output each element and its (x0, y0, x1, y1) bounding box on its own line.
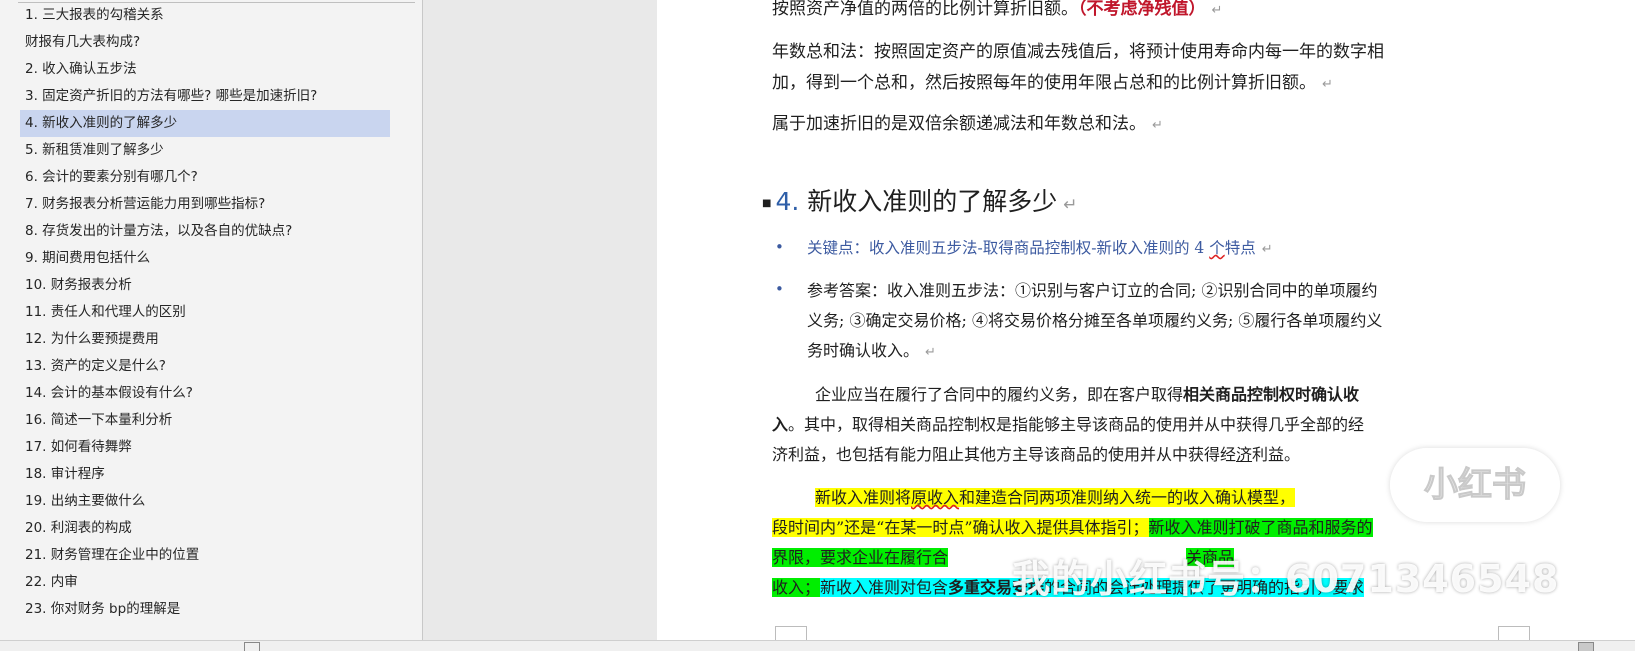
heading-number: 4. (775, 187, 800, 216)
nav-heading-item[interactable]: 1. 三大报表的勾稽关系 (20, 2, 390, 29)
watermark-logo: 小红书 (1390, 448, 1560, 522)
workspace-margin (423, 0, 657, 640)
nav-heading-item[interactable]: 18. 审计程序 (20, 461, 390, 488)
paragraph-double-declining: 按照资产净值的两倍的比例计算折旧额。（不考虑净残值） ↵ (772, 0, 1222, 19)
nav-heading-item[interactable]: 14. 会计的基本假设有什么? (20, 380, 390, 407)
paragraph-text: 利益。 (1252, 445, 1301, 464)
bold-text: 入 (772, 415, 789, 434)
paragraph-accelerated: 属于加速折旧的是双倍余额递减法和年数总和法。 ↵ (772, 109, 1163, 134)
highlighted-text: 新收入准则将 (815, 488, 912, 507)
nav-heading-item[interactable]: 22. 内审 (20, 569, 390, 596)
nav-heading-item[interactable]: 11. 责任人和代理人的区别 (20, 299, 390, 326)
paragraph-text: 企业应当在履行了合同中的履约义务，即在客户取得 (815, 385, 1184, 404)
paragraph-sum-of-years-line2: 加，得到一个总和，然后按照每年的使用年限占总和的比例计算折旧额。 ↵ (772, 68, 1333, 93)
spell-check-word[interactable]: 原收入 (911, 488, 960, 507)
highlighted-text: 和建造合同两项准则纳入统一的收入确认模型， (959, 488, 1296, 507)
paragraph-sum-of-years-line1: 年数总和法：按照固定资产的原值减去残值后，将预计使用寿命内每一年的数字相 (772, 37, 1384, 62)
red-note: （不考虑净残值） (1078, 0, 1206, 19)
underlined-text: 济 (1236, 445, 1253, 464)
paragraph-mark: ↵ (1063, 195, 1078, 215)
paragraph-mark: ↵ (1261, 242, 1273, 257)
highlighted-text: 新收入准则打破了商品和服务的 (1148, 518, 1373, 537)
answer-text: 参考答案：收入准则五步法：①识别与客户订立的合同; ②识别合同中的单项履约 (807, 281, 1378, 300)
nav-heading-item[interactable]: 8. 存货发出的计量方法，以及各自的优缺点? (20, 218, 390, 245)
highlighted-text: 段时间内”还是“在某一时点”确认收入提供具体指引； (772, 518, 1149, 537)
answer-bullet-line3: 务时确认收入。 ↵ (807, 337, 936, 361)
nav-heading-item[interactable]: 7. 财务报表分析营运能力用到哪些指标? (20, 191, 390, 218)
nav-heading-item[interactable]: 17. 如何看待舞弊 (20, 434, 390, 461)
highlighted-text: 收入； (772, 578, 821, 597)
page-corner-right (1498, 626, 1530, 641)
nav-heading-item[interactable]: 23. 你对财务 bp的理解是 (20, 596, 390, 623)
keypoint-bullet: 关键点：收入准则五步法-取得商品控制权-新收入准则的 4 个特点 ↵ (807, 236, 1273, 258)
nav-heading-item[interactable]: 19. 出纳主要做什么 (20, 488, 390, 515)
highlighted-text: 新收入准则对包含 (820, 578, 949, 597)
nav-heading-item[interactable]: 12. 为什么要预提费用 (20, 326, 390, 353)
paragraph-text: 。其中，取得相关商品控制权是指能够主导该商品的使用并从中获得几乎全部的经 (788, 415, 1365, 434)
paragraph-text: 年数总和法：按照固定资产的原值减去残值后，将预计使用寿命内每一年的数字相 (772, 42, 1384, 62)
control-paragraph-line3: 济利益，也包括有能力阻止其他方主导该商品的使用并从中获得经济利益。 (772, 441, 1300, 465)
nav-heading-item[interactable]: 4. 新收入准则的了解多少 (20, 110, 390, 137)
paragraph-mark: ↵ (1211, 3, 1223, 18)
watermark-text: 我的小红书号：6071346548 (1012, 557, 1560, 601)
nav-heading-item[interactable]: 6. 会计的要素分别有哪几个? (20, 164, 390, 191)
answer-text: 务时确认收入。 (807, 341, 920, 360)
paragraph-mark: ↵ (925, 345, 936, 360)
page-corner-left (775, 626, 807, 641)
paragraph-mark: ↵ (1152, 118, 1163, 133)
status-bar (0, 640, 1635, 651)
navigation-pane: 1. 三大报表的勾稽关系 财报有几大表构成? 2. 收入确认五步法 3. 固定资产折旧… (0, 0, 423, 640)
section-heading: ■ 4. 新收入准则的了解多少 ↵ (762, 182, 1078, 218)
bullet-icon: • (775, 280, 784, 298)
bold-text: 相关商品控制权时确认收 (1183, 385, 1360, 404)
nav-heading-item[interactable]: 10. 财务报表分析 (20, 272, 390, 299)
spell-check-word[interactable]: 个 (1209, 239, 1225, 257)
nav-heading-item[interactable]: 财报有几大表构成? (20, 29, 390, 56)
highlight-paragraph-line1: 新收入准则将原收入和建造合同两项准则纳入统一的收入确认模型， (815, 484, 1296, 508)
control-paragraph-line1: 企业应当在履行了合同中的履约义务，即在客户取得相关商品控制权时确认收 (815, 381, 1359, 405)
answer-bullet-line1: 参考答案：收入准则五步法：①识别与客户订立的合同; ②识别合同中的单项履约 (807, 277, 1377, 301)
paragraph-text: 属于加速折旧的是双倍余额递减法和年数总和法。 (772, 114, 1146, 134)
nav-heading-item[interactable]: 13. 资产的定义是什么? (20, 353, 390, 380)
nav-heading-item[interactable]: 20. 利润表的构成 (20, 515, 390, 542)
keypoint-text-end: 特点 (1224, 239, 1256, 257)
collapse-dot-icon[interactable]: ■ (762, 198, 771, 209)
nav-heading-item[interactable]: 16. 简述一下本量利分析 (20, 407, 390, 434)
document-page[interactable]: 按照资产净值的两倍的比例计算折旧额。（不考虑净残值） ↵ 年数总和法：按照固定资产… (657, 0, 1635, 641)
highlighted-text: 界限，要求企业在履行合 (772, 548, 949, 567)
nav-heading-item[interactable]: 5. 新租赁准则了解多少 (20, 137, 390, 164)
paragraph-text: 按照资产净值的两倍的比例计算折旧额。 (772, 0, 1078, 19)
control-paragraph-line2: 入。其中，取得相关商品控制权是指能够主导该商品的使用并从中获得几乎全部的经 (772, 411, 1364, 435)
nav-heading-item[interactable]: 21. 财务管理在企业中的位置 (20, 542, 390, 569)
answer-text: 义务; ③确定交易价格; ④将交易价格分摊至各单项履约义务; ⑤履行各单项履约义 (807, 311, 1383, 330)
keypoint-text: 关键点：收入准则五步法-取得商品控制权-新收入准则的 4 (807, 239, 1210, 257)
highlight-paragraph-line2: 段时间内”还是“在某一时点”确认收入提供具体指引；新收入准则打破了商品和服务的 (772, 514, 1373, 538)
paragraph-mark: ↵ (1322, 77, 1333, 92)
paragraph-text: 济利益，也包括有能力阻止其他方主导该商品的使用并从中获得经 (772, 445, 1237, 464)
bullet-icon: • (775, 238, 784, 256)
nav-heading-item[interactable]: 3. 固定资产折旧的方法有哪些? 哪些是加速折旧? (20, 83, 390, 110)
nav-heading-item[interactable]: 9. 期间费用包括什么 (20, 245, 390, 272)
heading-list: 1. 三大报表的勾稽关系 财报有几大表构成? 2. 收入确认五步法 3. 固定资产折旧… (20, 2, 390, 623)
nav-heading-item[interactable]: 2. 收入确认五步法 (20, 56, 390, 83)
paragraph-text: 加，得到一个总和，然后按照每年的使用年限占总和的比例计算折旧额。 (772, 73, 1316, 93)
heading-title: 新收入准则的了解多少 (807, 187, 1058, 216)
answer-bullet-line2: 义务; ③确定交易价格; ④将交易价格分摊至各单项履约义务; ⑤履行各单项履约义 (807, 307, 1382, 331)
